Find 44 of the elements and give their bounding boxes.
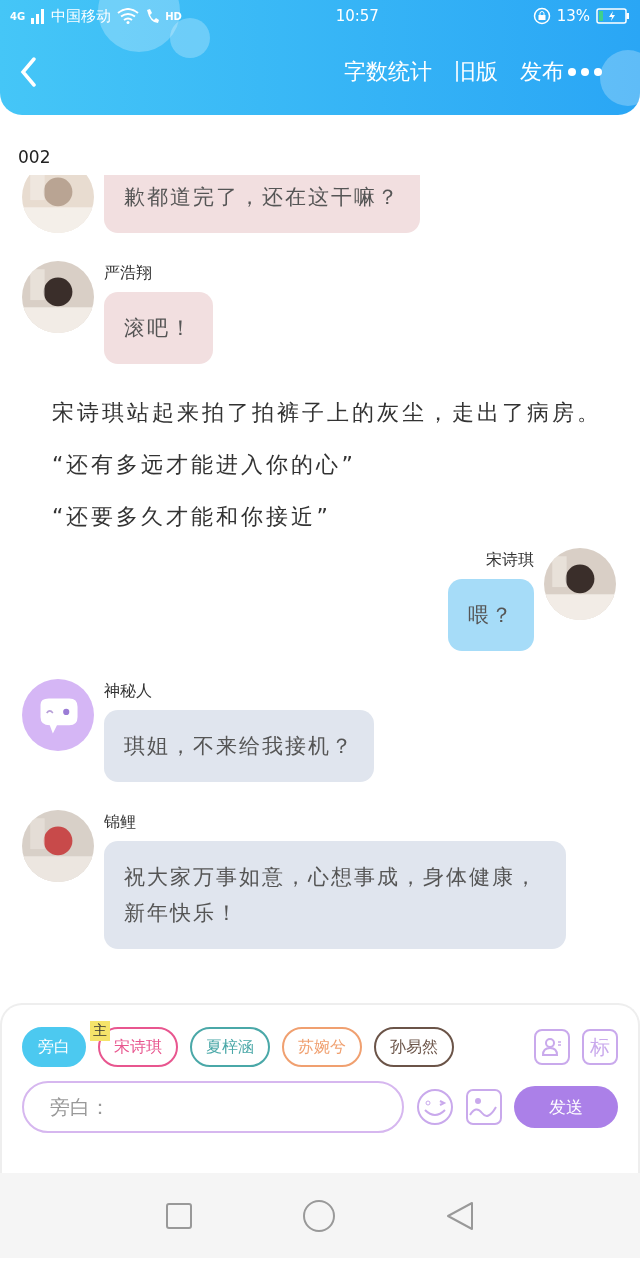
square-icon[interactable] (165, 1202, 192, 1229)
message-bubble: 喂？ (448, 579, 534, 651)
back-triangle-icon[interactable] (446, 1200, 475, 1231)
narration-text: 宋诗琪站起来拍了拍裤子上的灰尘，走出了病房。 (51, 399, 603, 427)
send-button[interactable]: 发送 (514, 1086, 618, 1128)
hd-label: HD (165, 10, 182, 22)
back-icon[interactable] (20, 57, 36, 87)
network-type: 4G (10, 10, 26, 22)
clock-time: 10:57 (335, 7, 379, 25)
message-bubble: 滚吧！ (104, 292, 213, 364)
battery-icon (596, 8, 630, 24)
bubble-decoration (600, 50, 640, 106)
more-icon[interactable] (568, 68, 602, 76)
main-role-badge: 主 (90, 1021, 110, 1041)
message-bubble: 祝大家万事如意，心想事成，身体健康，新年快乐！ (104, 841, 566, 949)
sender-name: 锦鲤 (104, 812, 136, 833)
header-action[interactable]: 字数统计 (344, 57, 432, 87)
wifi-icon (117, 8, 140, 24)
home-icon[interactable] (303, 1199, 335, 1232)
battery-percent: 13% (556, 7, 590, 25)
header-action[interactable]: 旧版 (454, 57, 498, 87)
rotation-lock-icon (532, 7, 551, 25)
tag-button[interactable]: 标 (582, 1029, 618, 1065)
header-action[interactable]: 发布 (520, 57, 564, 87)
input-field[interactable]: 旁白： (22, 1081, 404, 1133)
phone-icon (145, 8, 160, 24)
message-bubble: 琪姐，不来给我接机？ (104, 710, 374, 782)
message-bubble: 歉都道完了，还在这干嘛？ (104, 175, 420, 233)
chat-bubble-icon (22, 679, 94, 751)
role-chip[interactable]: 苏婉兮 (282, 1027, 362, 1067)
sender-name: 宋诗琪 (486, 550, 534, 571)
image-icon[interactable] (466, 1089, 502, 1125)
role-chip[interactable]: 夏梓涵 (190, 1027, 270, 1067)
contact-icon[interactable] (534, 1029, 570, 1065)
sender-name: 严浩翔 (104, 263, 152, 284)
signal-icon (31, 8, 46, 24)
emoji-icon[interactable] (416, 1088, 454, 1126)
role-chip[interactable]: 旁白 (22, 1027, 86, 1067)
role-chip[interactable]: 孙易然 (374, 1027, 454, 1067)
chapter-title: 002 (17, 146, 52, 169)
carrier-name: 中国移动 (51, 6, 112, 26)
narration-text: “还有多远才能进入你的心” (51, 451, 357, 479)
narration-text: “还要多久才能和你接近” (51, 503, 332, 531)
sender-name: 神秘人 (104, 681, 152, 702)
